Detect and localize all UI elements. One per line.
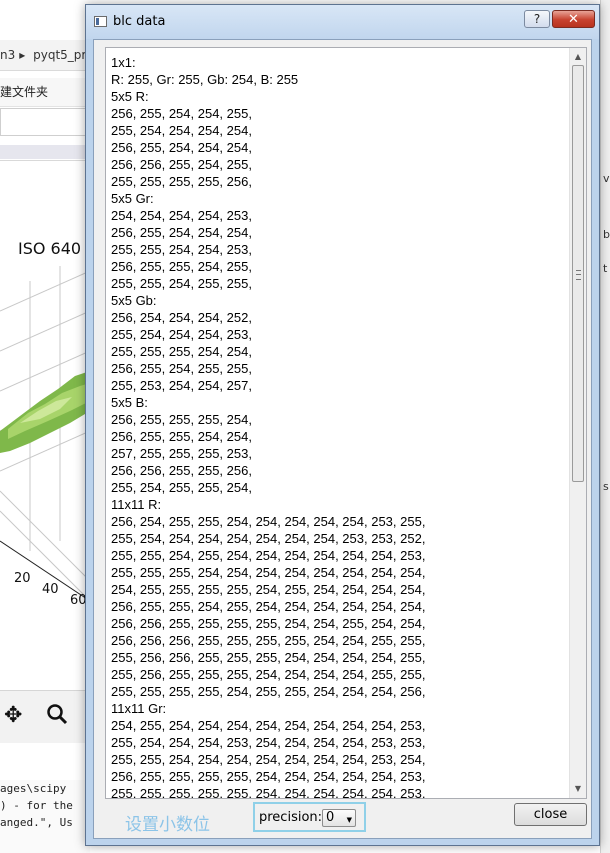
text-line: 5x5 Gr:: [111, 191, 154, 206]
text-line: 255, 256, 255, 255, 255, 254, 254, 254, …: [111, 667, 426, 682]
text-line: 256, 254, 255, 255, 254, 254, 254, 254, …: [111, 514, 426, 529]
background-right-edge: v b t s: [600, 0, 610, 853]
text-line: 255, 255, 255, 254, 254, 254, 254, 254, …: [111, 565, 426, 580]
edge-letter: v: [603, 172, 610, 185]
text-line: 255, 253, 254, 254, 257,: [111, 378, 252, 393]
tick-label: 20: [14, 571, 31, 586]
text-line: 256, 255, 255, 254, 254,: [111, 429, 252, 444]
plot-toolbar: ✥: [0, 690, 90, 743]
text-line: 255, 255, 255, 255, 256,: [111, 174, 252, 189]
text-line: 256, 256, 255, 255, 256,: [111, 463, 252, 478]
text-line: 11x11 R:: [111, 497, 162, 512]
window-close-button[interactable]: ✕: [552, 10, 595, 28]
zoom-icon[interactable]: [46, 703, 68, 731]
precision-hint-label: 设置小数位: [125, 815, 210, 835]
title-bar[interactable]: blc data ? ✕: [86, 5, 599, 39]
edge-letter: b: [603, 228, 610, 241]
text-line: 5x5 B:: [111, 395, 148, 410]
edge-letter: s: [603, 480, 609, 493]
blc-data-lines: 1x1: R: 255, Gr: 255, Gb: 254, B: 255 5x5 …: [111, 54, 571, 799]
console-output: ages\scipy ) - for the anged.", Us: [0, 780, 90, 853]
precision-label: precision:: [259, 810, 323, 825]
breadcrumb-item[interactable]: n3: [0, 48, 15, 62]
scroll-down-icon[interactable]: ▼: [570, 780, 586, 797]
console-line: ages\scipy: [0, 782, 67, 795]
precision-group: precision: 0 ▼: [253, 802, 366, 832]
scrollbar-thumb[interactable]: [572, 65, 584, 482]
text-line: 256, 255, 254, 254, 254,: [111, 225, 252, 240]
edge-letter: t: [603, 262, 608, 275]
scroll-up-icon[interactable]: ▲: [570, 48, 586, 65]
text-line: 255, 255, 254, 254, 254, 254, 254, 254, …: [111, 752, 426, 767]
plot-title: ISO 640: [18, 239, 82, 258]
text-line: 255, 255, 254, 255, 254, 254, 254, 254, …: [111, 548, 426, 563]
text-line: 256, 255, 255, 254, 255, 254, 254, 254, …: [111, 599, 426, 614]
text-line: 256, 255, 254, 254, 254,: [111, 140, 252, 155]
text-line: 256, 255, 255, 255, 254,: [111, 412, 252, 427]
text-line: 256, 254, 254, 254, 252,: [111, 310, 252, 325]
text-line: 11x11 Gr:: [111, 701, 167, 716]
text-line: 254, 255, 254, 254, 254, 254, 254, 254, …: [111, 718, 426, 733]
tick-label: 40: [42, 582, 59, 597]
text-line: 254, 255, 255, 255, 255, 254, 255, 254, …: [111, 582, 426, 597]
dialog-title: blc data: [113, 14, 166, 29]
grip-icon: [576, 270, 581, 280]
path-input[interactable]: [0, 108, 92, 136]
plot-area: ISO 640 20 40 60: [0, 160, 90, 691]
breadcrumb-item[interactable]: pyqt5_pr: [33, 48, 86, 62]
dialog-body: 1x1: R: 255, Gr: 255, Gb: 254, B: 255 5x5 …: [93, 39, 592, 839]
text-line: 255, 254, 255, 255, 254,: [111, 480, 252, 495]
text-line: 255, 254, 254, 254, 253,: [111, 327, 252, 342]
vertical-scrollbar[interactable]: ▲ ▼: [569, 48, 586, 798]
text-line: 255, 255, 254, 255, 255,: [111, 276, 252, 291]
text-line: 256, 255, 254, 254, 255,: [111, 106, 252, 121]
text-line: 256, 255, 254, 255, 255,: [111, 361, 252, 376]
console-line: anged.", Us: [0, 816, 73, 829]
text-line: 256, 256, 255, 254, 255,: [111, 157, 252, 172]
window-icon: [94, 16, 107, 27]
close-button[interactable]: close: [514, 803, 587, 826]
precision-select[interactable]: 0 ▼: [322, 809, 356, 827]
pan-icon[interactable]: ✥: [4, 703, 22, 728]
blc-data-text[interactable]: 1x1: R: 255, Gr: 255, Gb: 254, B: 255 5x5 …: [105, 47, 587, 799]
text-line: 5x5 R:: [111, 89, 149, 104]
text-line: 5x5 Gb:: [111, 293, 157, 308]
chevron-down-icon: ▼: [346, 816, 352, 824]
text-line: 256, 256, 255, 255, 255, 255, 254, 254, …: [111, 616, 426, 631]
text-line: R: 255, Gr: 255, Gb: 254, B: 255: [111, 72, 299, 87]
text-line: 255, 255, 254, 254, 253,: [111, 242, 252, 257]
text-line: 1x1:: [111, 55, 136, 70]
text-line: 257, 255, 255, 255, 253,: [111, 446, 252, 461]
text-line: 255, 255, 255, 254, 254,: [111, 344, 252, 359]
text-line: 256, 256, 256, 255, 255, 255, 255, 254, …: [111, 633, 426, 648]
chevron-right-icon: ▸: [19, 48, 26, 62]
text-line: 255, 255, 255, 255, 254, 255, 255, 254, …: [111, 684, 426, 699]
text-line: 255, 254, 254, 254, 253, 254, 254, 254, …: [111, 735, 426, 750]
text-line: 255, 254, 254, 254, 254, 254, 254, 254, …: [111, 531, 426, 546]
text-line: 255, 254, 254, 254, 254,: [111, 123, 252, 138]
text-line: 255, 256, 256, 255, 255, 255, 254, 254, …: [111, 650, 426, 665]
help-button[interactable]: ?: [524, 10, 550, 28]
blc-data-dialog: blc data ? ✕ 1x1: R: 255, Gr: 255, Gb: 25…: [85, 4, 600, 846]
console-line: ) - for the: [0, 799, 73, 812]
precision-value: 0: [326, 810, 335, 825]
text-line: 256, 255, 255, 255, 255, 254, 254, 254, …: [111, 769, 426, 784]
text-line: 254, 254, 254, 254, 253,: [111, 208, 252, 223]
text-line: 256, 255, 255, 254, 255,: [111, 259, 252, 274]
text-line: 255, 255, 255, 255, 255, 254, 254, 254, …: [111, 786, 426, 799]
header-strip: [0, 145, 90, 159]
